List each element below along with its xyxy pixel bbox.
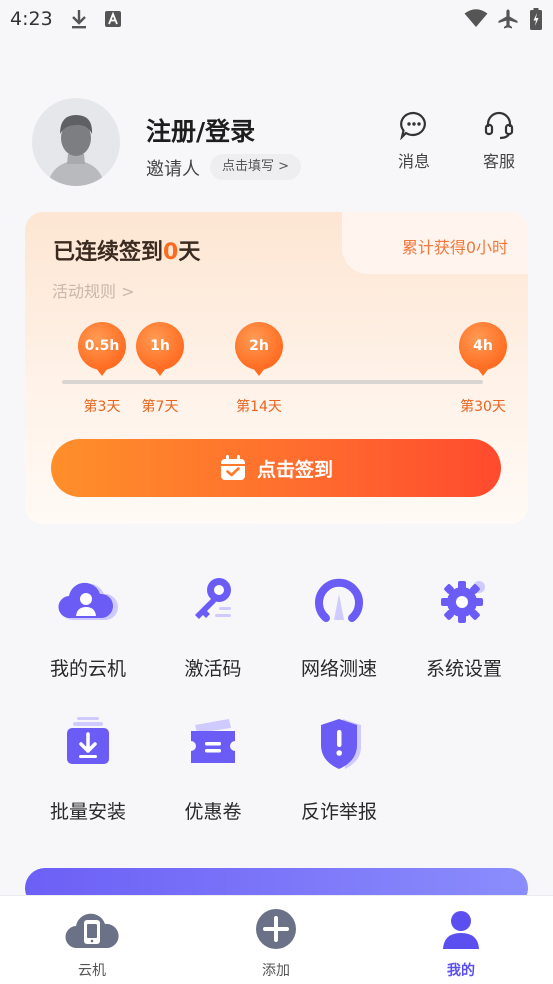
nav-cloud-phone[interactable]: 云机: [47, 908, 137, 980]
milestone-badge: 2h: [235, 322, 283, 376]
system-settings-item[interactable]: 系统设置: [404, 570, 524, 681]
shield-alert-icon: [321, 719, 361, 769]
customer-service-button[interactable]: 客服: [469, 110, 529, 172]
my-cloud-phone-item[interactable]: 我的云机: [28, 570, 148, 681]
nav-label: 云机: [78, 963, 106, 979]
headset-icon: [484, 111, 514, 140]
status-time: 4:23: [10, 8, 53, 30]
milestone-day: 第14天: [236, 399, 282, 415]
menu-label: 优惠卷: [184, 801, 242, 823]
menu-label: 系统设置: [425, 658, 502, 680]
add-circle-icon: [256, 909, 296, 949]
batch-install-icon: [67, 717, 109, 764]
wifi-icon: [464, 9, 488, 27]
speed-test-item[interactable]: 网络测速: [279, 570, 399, 681]
avatar[interactable]: [32, 98, 120, 186]
progress-track: [62, 380, 483, 384]
text-a-icon: [105, 11, 121, 27]
total-earned: 累计获得0小时: [401, 238, 508, 257]
coupon-icon: [191, 719, 235, 763]
bottom-nav: 云机 添加 我的: [0, 895, 553, 984]
streak-days: 0: [163, 240, 179, 265]
download-icon: [72, 10, 86, 29]
milestone-day: 第30天: [460, 399, 506, 415]
menu-label: 网络测速: [300, 658, 377, 680]
battery-icon: [530, 8, 542, 30]
sign-in-label: 点击签到: [256, 458, 333, 481]
status-bar: 4:23: [0, 0, 553, 40]
inviter-fill-button[interactable]: 点击填写 >: [210, 154, 302, 180]
default-avatar-icon: [48, 115, 104, 186]
menu-label: 批量安装: [49, 801, 126, 823]
messages-button[interactable]: 消息: [384, 110, 444, 172]
milestone-badge: 4h: [459, 322, 507, 376]
menu-label: 激活码: [184, 658, 242, 680]
login-register-link[interactable]: 注册/登录: [146, 112, 255, 148]
sign-in-card: 已连续签到0天 累计获得0小时 活动规则 > 0.5h 1h 2h 4h 第3天…: [25, 212, 528, 524]
cloud-phone-icon: [65, 913, 119, 949]
service-label: 客服: [482, 152, 515, 171]
nav-label: 我的: [447, 963, 475, 979]
milestone-badge: 0.5h: [78, 322, 126, 376]
activity-rules-link[interactable]: 活动规则 >: [52, 278, 135, 302]
menu-label: 我的云机: [49, 658, 126, 680]
sign-in-button[interactable]: 点击签到: [51, 439, 501, 497]
streak-text: 已连续签到0天: [53, 240, 201, 265]
gear-icon: [441, 581, 485, 623]
cloud-user-icon: [58, 582, 119, 621]
milestone-day: 第3天: [83, 399, 121, 415]
nav-add[interactable]: 添加: [231, 908, 321, 980]
milestone-day: 第7天: [141, 399, 179, 415]
activation-code-item[interactable]: 激活码: [153, 570, 273, 681]
menu-label: 反诈举报: [300, 801, 377, 823]
batch-install-item[interactable]: 批量安装: [28, 713, 148, 824]
messages-label: 消息: [397, 152, 430, 171]
nav-mine[interactable]: 我的: [416, 908, 506, 980]
fraud-report-item[interactable]: 反诈举报: [279, 713, 399, 824]
key-icon: [195, 578, 231, 619]
airplane-icon: [498, 9, 518, 29]
inviter-label: 邀请人: [146, 159, 200, 180]
milestone-badge: 1h: [136, 322, 184, 376]
user-icon: [443, 911, 479, 949]
coupon-item[interactable]: 优惠卷: [153, 713, 273, 824]
chat-bubble-icon: [400, 111, 426, 141]
speedometer-icon: [315, 578, 363, 622]
nav-label: 添加: [262, 963, 290, 979]
calendar-check-icon: [220, 455, 245, 480]
